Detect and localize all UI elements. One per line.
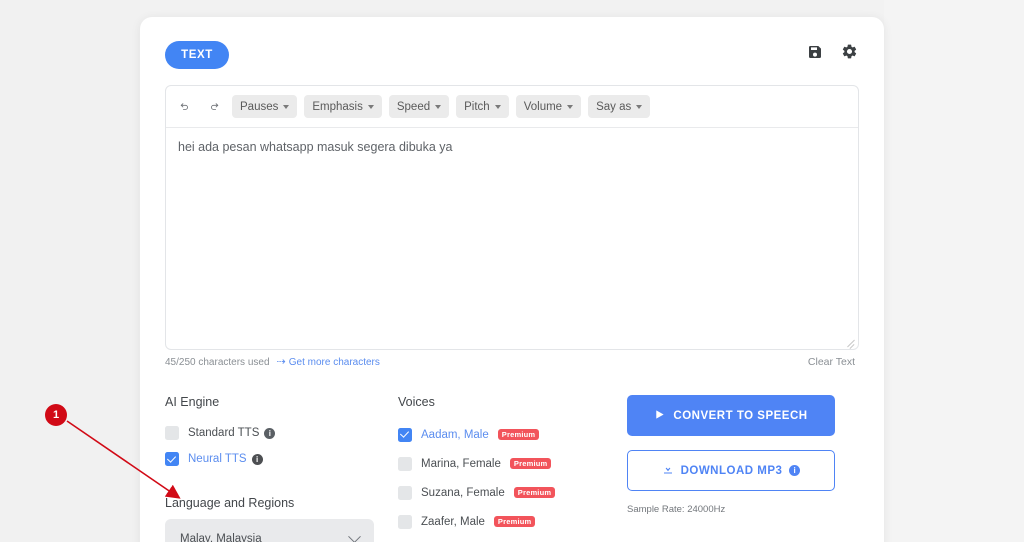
clear-text-button[interactable]: Clear Text [808, 356, 855, 368]
arrow-right-icon: ⇢ [276, 356, 286, 368]
play-icon [654, 409, 665, 423]
text-editor: Pauses Emphasis Speed Pitch Volume Say a… [165, 85, 859, 350]
editor-meta-row: 45/250 characters used ⇢ Get more charac… [165, 356, 859, 373]
chevron-down-icon [348, 529, 361, 542]
char-counter: 45/250 characters used [165, 357, 270, 368]
tool-speed-label: Speed [396, 100, 431, 113]
voices-title: Voices [398, 395, 435, 409]
chevron-down-icon [494, 104, 501, 109]
download-icon [662, 463, 674, 478]
tab-text[interactable]: TEXT [165, 41, 229, 69]
badge-premium: Premium [509, 457, 552, 470]
option-standard-tts-label-group: Standard TTS i [188, 427, 276, 439]
char-counter-group: 45/250 characters used ⇢ Get more charac… [165, 356, 380, 369]
tool-volume-label: Volume [523, 100, 563, 113]
voices-column: Voices Aadam, Male Premium Marina, Femal… [398, 395, 623, 542]
get-more-characters-link[interactable]: ⇢ Get more characters [276, 356, 380, 369]
voice-item-zaafer[interactable]: Zaafer, Male Premium [398, 507, 623, 536]
info-icon[interactable]: i [264, 427, 276, 439]
checkbox-voice-aadam[interactable] [398, 427, 412, 442]
voice-name-suzana: Suzana, Female [421, 486, 505, 499]
redo-icon[interactable] [203, 96, 225, 118]
chevron-down-icon [435, 104, 442, 109]
tool-volume[interactable]: Volume [515, 95, 582, 118]
badge-premium: Premium [497, 428, 540, 441]
page-background-left [0, 0, 140, 542]
voice-item-osman[interactable]: Osman, Male AI3 Premium [398, 536, 623, 542]
download-mp3-label: DOWNLOAD MP3 [680, 464, 783, 477]
language-title: Language and Regions [165, 496, 295, 510]
badge-premium: Premium [493, 515, 536, 528]
tool-pitch-label: Pitch [464, 100, 490, 113]
chevron-down-icon [567, 104, 574, 109]
editor-toolbar: Pauses Emphasis Speed Pitch Volume Say a… [166, 86, 858, 128]
undo-icon[interactable] [174, 96, 196, 118]
card-header: TEXT [140, 17, 884, 79]
badge-premium: Premium [513, 486, 556, 499]
download-mp3-button[interactable]: DOWNLOAD MP3 i [627, 450, 835, 491]
checkbox-voice-suzana[interactable] [398, 485, 412, 500]
ai-engine-title: AI Engine [165, 395, 220, 409]
option-neural-tts-label-group: Neural TTS i [188, 453, 263, 465]
voice-item-aadam[interactable]: Aadam, Male Premium [398, 420, 623, 449]
tool-say-as-label: Say as [596, 100, 632, 113]
chevron-down-icon [636, 104, 643, 109]
checkbox-neural-tts[interactable] [165, 452, 179, 466]
option-neural-tts-label: Neural TTS [188, 453, 247, 465]
tool-pauses-label: Pauses [240, 100, 279, 113]
checkbox-standard-tts[interactable] [165, 426, 179, 440]
convert-to-speech-button[interactable]: CONVERT TO SPEECH [627, 395, 835, 436]
checkbox-voice-marina[interactable] [398, 456, 412, 471]
gear-icon[interactable] [841, 43, 858, 60]
page-background-right [884, 0, 1024, 542]
sample-rate-label: Sample Rate: 24000Hz [627, 504, 726, 515]
tool-emphasis-label: Emphasis [312, 100, 363, 113]
actions-column: CONVERT TO SPEECH DOWNLOAD MP3 i Sample … [627, 395, 859, 542]
get-more-characters-label: Get more characters [288, 357, 380, 368]
tool-speed[interactable]: Speed [388, 95, 450, 118]
info-icon[interactable]: i [251, 453, 263, 465]
voice-name-marina: Marina, Female [421, 457, 501, 470]
text-input[interactable]: hei ada pesan whatsapp masuk segera dibu… [166, 128, 858, 349]
tool-pauses[interactable]: Pauses [232, 95, 298, 118]
ai-engine-column: AI Engine Standard TTS i Neural TTS i La… [165, 395, 380, 542]
tts-card: TEXT Pauses Emphasis Speed Pitch Volume … [140, 17, 884, 542]
tool-say-as[interactable]: Say as [588, 95, 651, 118]
voice-name-zaafer: Zaafer, Male [421, 515, 485, 528]
option-neural-tts[interactable]: Neural TTS i [165, 446, 380, 472]
screen: TEXT Pauses Emphasis Speed Pitch Volume … [0, 0, 1024, 542]
language-selected-value: Malay, Malaysia [180, 533, 262, 542]
language-select[interactable]: Malay, Malaysia [165, 519, 374, 542]
chevron-down-icon [367, 104, 374, 109]
voice-item-suzana[interactable]: Suzana, Female Premium [398, 478, 623, 507]
checkbox-voice-zaafer[interactable] [398, 514, 412, 529]
voice-name-aadam: Aadam, Male [421, 428, 489, 441]
tool-pitch[interactable]: Pitch [456, 95, 509, 118]
voice-item-marina[interactable]: Marina, Female Premium [398, 449, 623, 478]
info-icon[interactable]: i [789, 465, 801, 476]
save-icon[interactable] [807, 44, 823, 60]
convert-to-speech-label: CONVERT TO SPEECH [673, 409, 808, 422]
tool-emphasis[interactable]: Emphasis [304, 95, 382, 118]
option-standard-tts-label: Standard TTS [188, 427, 260, 439]
annotation-badge-1: 1 [45, 404, 67, 426]
chevron-down-icon [283, 104, 290, 109]
textarea-resize-handle[interactable] [844, 335, 856, 347]
header-icon-group [807, 43, 858, 60]
option-standard-tts[interactable]: Standard TTS i [165, 420, 380, 446]
